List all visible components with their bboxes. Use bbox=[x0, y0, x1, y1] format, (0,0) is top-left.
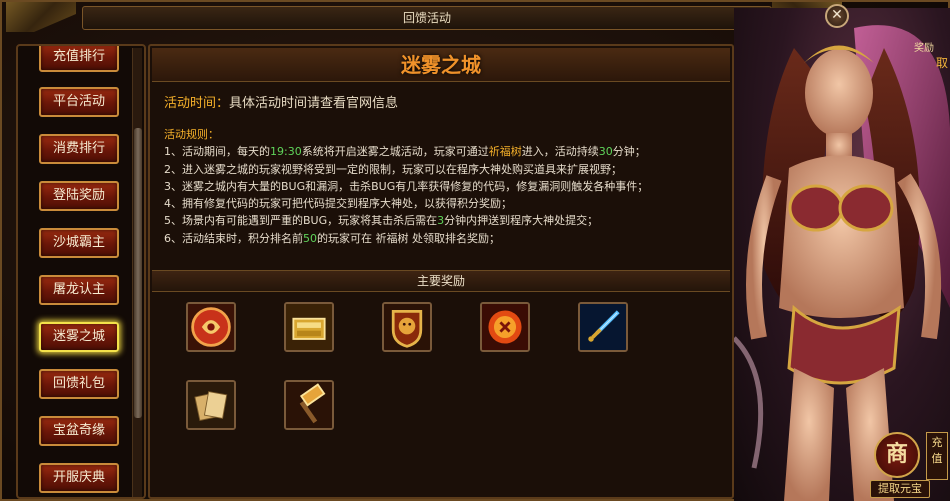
menu-item-login-reward[interactable]: 登陆奖励 bbox=[39, 181, 119, 211]
rewards-title: 主要奖励 bbox=[152, 270, 730, 292]
menu-item-treasure-bowl[interactable]: 宝盆奇缘 bbox=[39, 416, 119, 446]
event-time-label: 活动时间： bbox=[164, 96, 230, 111]
ice-sword-icon[interactable] bbox=[578, 302, 628, 352]
activity-menu: 充值排行 平台活动 消费排行 登陆奖励 沙城霸主 屠龙认主 迷雾之城 回馈礼包 … bbox=[16, 44, 146, 499]
event-time-row: 活动时间：具体活动时间请查看官网信息 bbox=[164, 92, 398, 111]
cards-scroll-icon[interactable] bbox=[186, 380, 236, 430]
close-button[interactable]: ✕ bbox=[825, 4, 849, 28]
rule-line: 6、活动结束时，积分排名前50的玩家可在 祈福树 处领取排名奖励； bbox=[164, 231, 500, 245]
rule-line: 1、活动期间，每天的19:30系统将开启迷雾之城活动，玩家可通过祈福树进入，活动… bbox=[164, 145, 646, 159]
claim-label-partial: 取 bbox=[936, 56, 949, 70]
rules-title: 活动规则： bbox=[164, 128, 219, 141]
menu-item-feedback-pack[interactable]: 回馈礼包 bbox=[39, 369, 119, 399]
rule-line: 5、场景内有可能遇到严重的BUG，玩家将其击杀后需在3分钟内押送到程序大神处提交… bbox=[164, 214, 599, 228]
red-medallion-icon[interactable] bbox=[186, 302, 236, 352]
withdraw-gold-button[interactable]: 提取元宝 bbox=[870, 480, 930, 498]
menu-scrollbar[interactable] bbox=[132, 48, 142, 497]
shop-badge[interactable]: 商 bbox=[874, 432, 920, 478]
corner-ornament-left bbox=[6, 2, 76, 32]
fire-rune-icon[interactable] bbox=[480, 302, 530, 352]
rule-line: 3、迷雾之城内有大量的BUG和漏洞，击杀BUG有几率获得修复的代码，修复漏洞则触… bbox=[164, 179, 649, 193]
menu-item-fog-city[interactable]: 迷雾之城 bbox=[39, 322, 119, 352]
menu-item-platform-event[interactable]: 平台活动 bbox=[39, 87, 119, 117]
golden-hammer-icon[interactable] bbox=[284, 380, 334, 430]
reward-label-partial: 奖励 bbox=[914, 43, 934, 54]
rule-line: 4、拥有修复代码的玩家可把代码提交到程序大神处，以获得积分奖励； bbox=[164, 197, 512, 211]
rule-line: 2、进入迷雾之城的玩家视野将受到一定的限制，玩家可以在程序大神处购买道具来扩展视… bbox=[164, 162, 622, 176]
menu-item-castle-lord[interactable]: 沙城霸主 bbox=[39, 228, 119, 258]
recharge-button[interactable]: 充值 bbox=[926, 432, 948, 480]
event-window: 回馈活动 奖励 取 ✕ 充值排行 平台活动 消费排行 登陆奖励 沙城霸主 屠龙认… bbox=[0, 0, 950, 501]
menu-item-dragon-slayer[interactable]: 屠龙认主 bbox=[39, 275, 119, 305]
menu-item-recharge-rank[interactable]: 充值排行 bbox=[39, 46, 119, 72]
event-rules: 活动规则： 1、活动期间，每天的19:30系统将开启迷雾之城活动，玩家可通过祈福… bbox=[164, 126, 724, 247]
lion-shield-icon[interactable] bbox=[382, 302, 432, 352]
menu-item-spending-rank[interactable]: 消费排行 bbox=[39, 134, 119, 164]
event-title: 迷雾之城 bbox=[152, 48, 730, 82]
gold-ingot-chest-icon[interactable] bbox=[284, 302, 334, 352]
window-title: 回馈活动 bbox=[82, 6, 772, 30]
event-time-value: 具体活动时间请查看官网信息 bbox=[229, 96, 399, 111]
menu-scroll-thumb[interactable] bbox=[134, 128, 142, 418]
character-artwork bbox=[734, 8, 950, 501]
menu-item-server-celebration[interactable]: 开服庆典 bbox=[39, 463, 119, 493]
event-detail-panel: 迷雾之城 活动时间：具体活动时间请查看官网信息 活动规则： 1、活动期间，每天的… bbox=[148, 44, 734, 499]
